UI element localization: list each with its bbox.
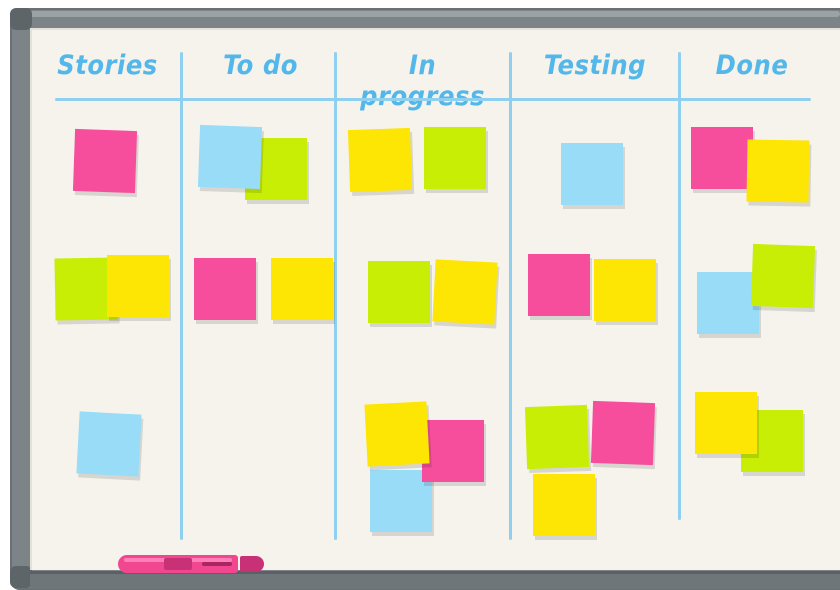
column-header-in-progress: In progress: [360, 50, 485, 112]
sticky-note-pink[interactable]: [194, 258, 256, 320]
sticky-note-blue[interactable]: [697, 272, 759, 334]
sticky-note-green[interactable]: [750, 243, 816, 309]
sticky-note-yellow[interactable]: [695, 392, 757, 454]
sticky-note-pink[interactable]: [422, 420, 484, 482]
header-divider: [55, 98, 811, 101]
sticky-note-yellow[interactable]: [364, 401, 430, 467]
sticky-note-pink[interactable]: [528, 254, 590, 316]
marker-pen[interactable]: [118, 555, 266, 575]
column-divider: [509, 52, 512, 540]
sticky-note-yellow[interactable]: [271, 258, 333, 320]
sticky-note-yellow[interactable]: [533, 474, 595, 536]
sticky-note-blue[interactable]: [76, 411, 142, 477]
sticky-note-green[interactable]: [424, 127, 486, 189]
whiteboard: Stories To do In progress Testing Done: [0, 0, 840, 590]
column-divider: [678, 52, 681, 520]
column-header-stories: Stories: [57, 50, 158, 81]
sticky-note-pink[interactable]: [590, 400, 656, 466]
column-header-todo: To do: [223, 50, 298, 81]
column-header-testing: Testing: [543, 50, 647, 81]
marker-cap: [240, 556, 264, 572]
sticky-note-pink[interactable]: [691, 127, 753, 189]
column-divider: [180, 52, 183, 540]
column-divider: [334, 52, 337, 540]
sticky-note-pink[interactable]: [72, 128, 138, 194]
frame-corner: [10, 8, 32, 30]
frame-corner: [10, 566, 32, 588]
sticky-note-green[interactable]: [368, 261, 430, 323]
marker-band: [164, 558, 192, 570]
sticky-note-blue[interactable]: [197, 124, 263, 190]
frame-highlight: [14, 11, 840, 17]
sticky-note-yellow[interactable]: [107, 255, 169, 317]
column-header-done: Done: [715, 50, 789, 81]
sticky-note-blue[interactable]: [561, 143, 623, 205]
sticky-note-green[interactable]: [524, 404, 590, 470]
sticky-note-yellow[interactable]: [746, 139, 810, 203]
sticky-note-yellow[interactable]: [347, 127, 413, 193]
sticky-note-yellow[interactable]: [594, 259, 656, 321]
sticky-note-yellow[interactable]: [432, 259, 498, 325]
marker-slot: [202, 562, 232, 566]
